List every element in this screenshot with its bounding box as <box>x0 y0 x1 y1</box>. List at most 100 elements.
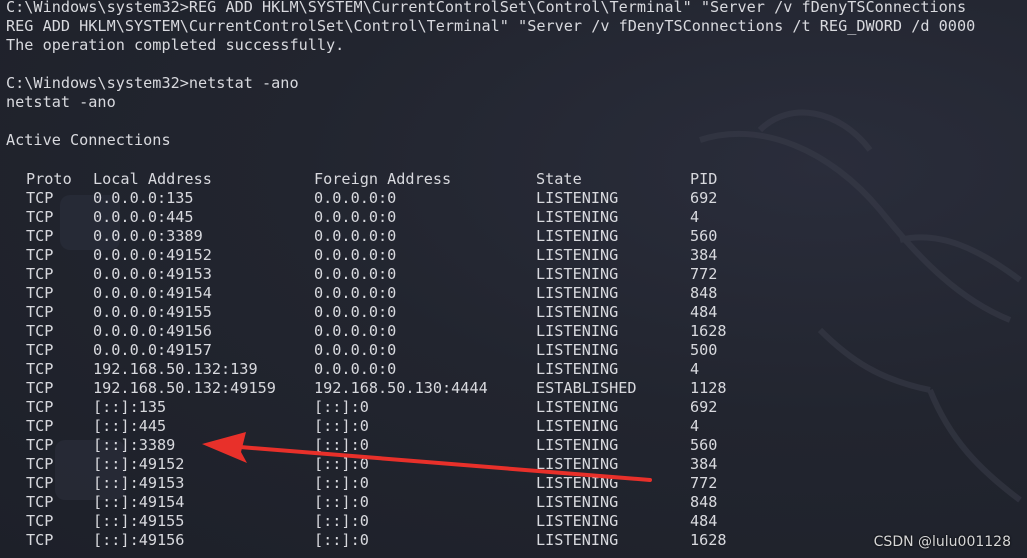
cell-foreign-address: 0.0.0.0:0 <box>314 360 397 378</box>
cell-state: LISTENING <box>536 189 619 207</box>
cell-pid: 1128 <box>690 379 727 397</box>
table-row: TCP 0.0.0.0:49155 0.0.0.0:0 LISTENING 48… <box>0 303 1027 322</box>
cell-pid: 848 <box>690 284 718 302</box>
cell-pid: 772 <box>690 265 718 283</box>
cell-pid: 1628 <box>690 531 727 549</box>
cell-proto: TCP <box>26 474 54 492</box>
cell-state: LISTENING <box>536 360 619 378</box>
cell-pid: 772 <box>690 474 718 492</box>
cell-pid: 484 <box>690 303 718 321</box>
cell-state: LISTENING <box>536 398 619 416</box>
header-state: State <box>536 170 582 188</box>
cell-pid: 1628 <box>690 322 727 340</box>
cell-foreign-address: [::]:0 <box>314 493 369 511</box>
cell-proto: TCP <box>26 455 54 473</box>
cell-pid: 384 <box>690 246 718 264</box>
cell-state: LISTENING <box>536 246 619 264</box>
table-row: TCP [::]:445 [::]:0 LISTENING 4 <box>0 417 1027 436</box>
cell-state: LISTENING <box>536 493 619 511</box>
table-row: TCP [::]:135 [::]:0 LISTENING 692 <box>0 398 1027 417</box>
cell-pid: 4 <box>690 360 700 378</box>
cell-local-address: [::]:49153 <box>93 474 185 492</box>
cell-local-address: [::]:445 <box>93 417 167 435</box>
cell-proto: TCP <box>26 417 54 435</box>
cell-pid: 692 <box>690 398 718 416</box>
cell-local-address: 192.168.50.132:139 <box>93 360 258 378</box>
cell-foreign-address: 192.168.50.130:4444 <box>314 379 488 397</box>
cell-state: LISTENING <box>536 227 619 245</box>
cell-pid: 560 <box>690 436 718 454</box>
cell-pid: 4 <box>690 208 700 226</box>
cell-local-address: [::]:49154 <box>93 493 185 511</box>
cell-proto: TCP <box>26 265 54 283</box>
cell-pid: 500 <box>690 341 718 359</box>
cell-pid: 484 <box>690 512 718 530</box>
cell-state: ESTABLISHED <box>536 379 637 397</box>
table-row: TCP 0.0.0.0:3389 0.0.0.0:0 LISTENING 560 <box>0 227 1027 246</box>
cell-proto: TCP <box>26 512 54 530</box>
header-pid: PID <box>690 170 718 188</box>
cell-foreign-address: 0.0.0.0:0 <box>314 284 397 302</box>
cell-state: LISTENING <box>536 341 619 359</box>
cell-foreign-address: 0.0.0.0:0 <box>314 303 397 321</box>
cell-foreign-address: [::]:0 <box>314 455 369 473</box>
table-row: TCP [::]:49153 [::]:0 LISTENING 772 <box>0 474 1027 493</box>
cell-proto: TCP <box>26 493 54 511</box>
table-row: TCP 0.0.0.0:49156 0.0.0.0:0 LISTENING 16… <box>0 322 1027 341</box>
cell-proto: TCP <box>26 341 54 359</box>
cell-local-address: [::]:135 <box>93 398 167 416</box>
cell-local-address: 0.0.0.0:445 <box>93 208 194 226</box>
table-row: TCP 0.0.0.0:49153 0.0.0.0:0 LISTENING 77… <box>0 265 1027 284</box>
table-row: TCP 192.168.50.132:49159 192.168.50.130:… <box>0 379 1027 398</box>
cell-foreign-address: 0.0.0.0:0 <box>314 189 397 207</box>
cell-state: LISTENING <box>536 322 619 340</box>
cell-foreign-address: 0.0.0.0:0 <box>314 265 397 283</box>
cell-local-address: 0.0.0.0:49157 <box>93 341 212 359</box>
table-row: TCP 0.0.0.0:49152 0.0.0.0:0 LISTENING 38… <box>0 246 1027 265</box>
cell-foreign-address: [::]:0 <box>314 531 369 549</box>
cell-local-address: [::]:49155 <box>93 512 185 530</box>
operation-result-line: The operation completed successfully. <box>6 36 345 54</box>
table-row: TCP 0.0.0.0:49154 0.0.0.0:0 LISTENING 84… <box>0 284 1027 303</box>
cell-state: LISTENING <box>536 512 619 530</box>
header-foreign-address: Foreign Address <box>314 170 452 188</box>
cell-state: LISTENING <box>536 474 619 492</box>
cell-foreign-address: [::]:0 <box>314 436 369 454</box>
table-row: TCP 0.0.0.0:445 0.0.0.0:0 LISTENING 4 <box>0 208 1027 227</box>
cell-state: LISTENING <box>536 208 619 226</box>
active-connections-heading: Active Connections <box>6 131 171 149</box>
cell-pid: 4 <box>690 417 700 435</box>
cell-state: LISTENING <box>536 303 619 321</box>
cell-proto: TCP <box>26 208 54 226</box>
cell-proto: TCP <box>26 246 54 264</box>
table-header-row: Proto Local Address Foreign Address Stat… <box>0 170 1027 189</box>
cell-foreign-address: 0.0.0.0:0 <box>314 227 397 245</box>
cell-local-address: [::]:3389 <box>93 436 176 454</box>
cell-pid: 692 <box>690 189 718 207</box>
cell-pid: 560 <box>690 227 718 245</box>
cell-foreign-address: [::]:0 <box>314 417 369 435</box>
cell-proto: TCP <box>26 322 54 340</box>
command-line-netstat: C:\Windows\system32>netstat -ano <box>6 74 299 92</box>
cell-state: LISTENING <box>536 455 619 473</box>
table-row: TCP [::]:49155 [::]:0 LISTENING 484 <box>0 512 1027 531</box>
cell-local-address: 0.0.0.0:135 <box>93 189 194 207</box>
cell-proto: TCP <box>26 436 54 454</box>
terminal-window[interactable]: C:\Windows\system32>REG ADD HKLM\SYSTEM\… <box>0 0 1027 558</box>
cell-local-address: 0.0.0.0:49153 <box>93 265 212 283</box>
header-proto: Proto <box>26 170 72 188</box>
cell-proto: TCP <box>26 531 54 549</box>
cell-proto: TCP <box>26 360 54 378</box>
cell-local-address: [::]:49152 <box>93 455 185 473</box>
cell-local-address: 0.0.0.0:49156 <box>93 322 212 340</box>
cell-state: LISTENING <box>536 531 619 549</box>
table-row: TCP 0.0.0.0:49157 0.0.0.0:0 LISTENING 50… <box>0 341 1027 360</box>
cell-state: LISTENING <box>536 417 619 435</box>
cell-local-address: 0.0.0.0:49152 <box>93 246 212 264</box>
cell-state: LISTENING <box>536 436 619 454</box>
cell-local-address: 0.0.0.0:49155 <box>93 303 212 321</box>
cell-foreign-address: 0.0.0.0:0 <box>314 322 397 340</box>
echo-line-netstat: netstat -ano <box>6 93 116 111</box>
cell-foreign-address: 0.0.0.0:0 <box>314 208 397 226</box>
csdn-watermark: CSDN @lulu001128 <box>873 534 1011 550</box>
